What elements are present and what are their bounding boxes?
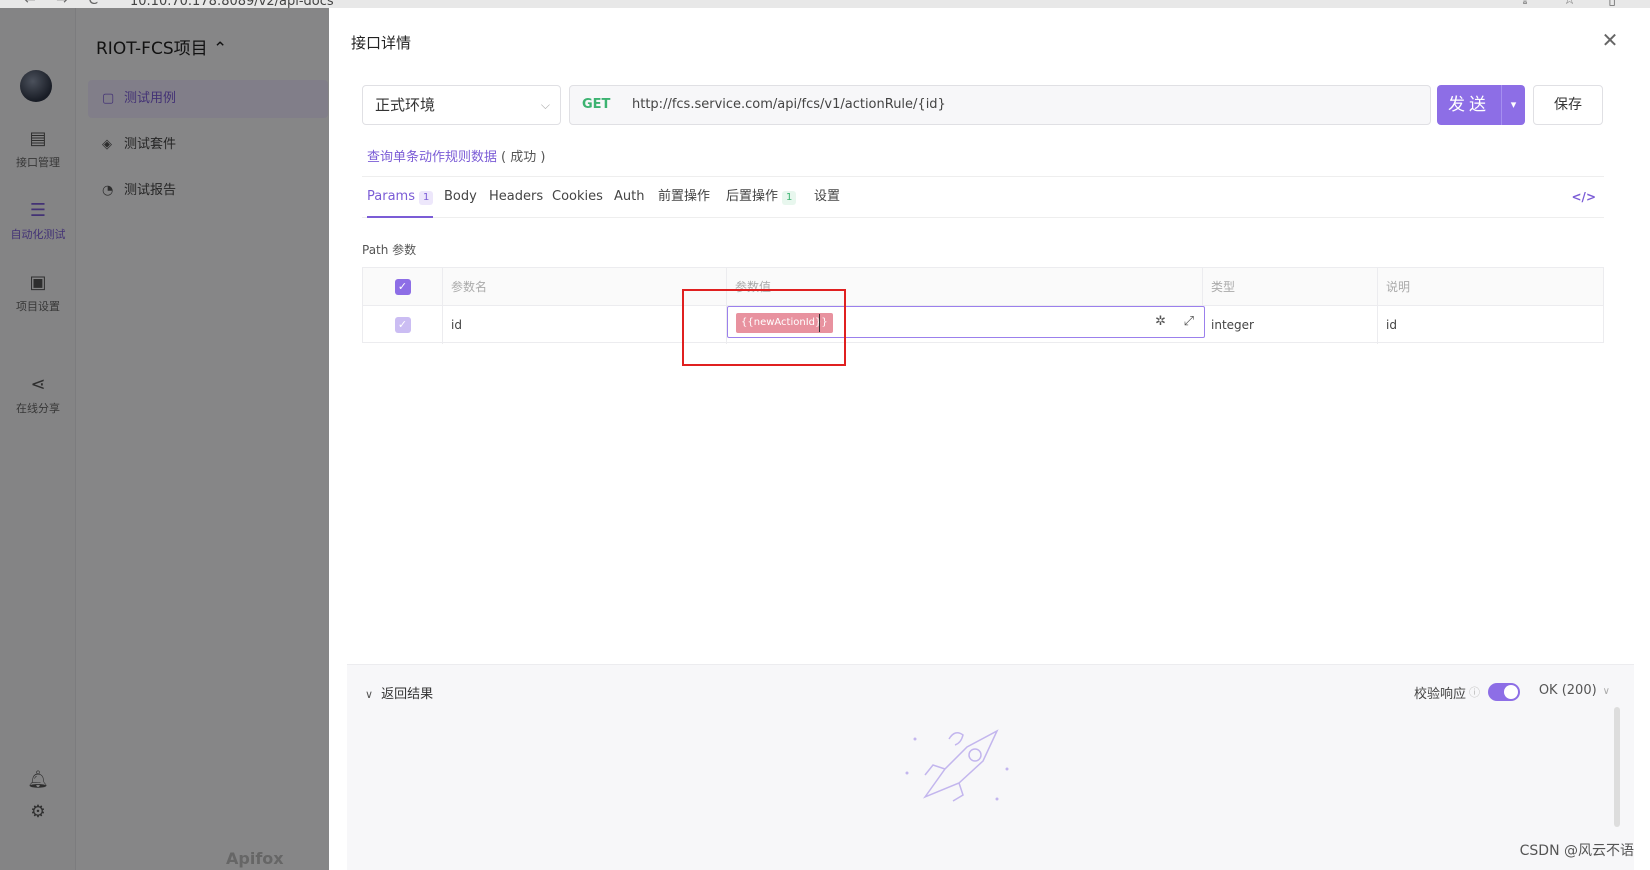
- path-params-table: ✓ 参数名 参数值 类型 说明 ✓ id integer id {{newAct…: [362, 267, 1604, 344]
- toggle-knob: [1504, 685, 1518, 699]
- tab-label: Body: [444, 189, 477, 204]
- response-status: OK (200): [1538, 683, 1597, 698]
- param-description[interactable]: id: [1378, 306, 1603, 344]
- browser-address-bar[interactable]: 10.10.70.178:8089/v2/api-docs: [130, 0, 334, 8]
- http-method[interactable]: GET: [582, 86, 610, 124]
- tab-label: Headers: [489, 189, 544, 204]
- expand-icon[interactable]: ⤢: [1184, 314, 1194, 329]
- send-label: 发送: [1448, 95, 1490, 115]
- verify-response-label: 校验响应: [1413, 687, 1466, 702]
- scrollbar[interactable]: [1614, 707, 1620, 827]
- tab-pre-processors[interactable]: 前置操作: [658, 177, 710, 218]
- response-status-select[interactable]: OK (200) ∨: [1539, 683, 1610, 698]
- row-checkbox[interactable]: ✓: [394, 317, 411, 333]
- browser-nav-icons[interactable]: ← → C: [24, 0, 106, 8]
- rocket-empty-illustration: [905, 729, 1009, 802]
- path-params-label: Path 参数: [362, 243, 417, 257]
- tab-body[interactable]: Body: [444, 177, 477, 218]
- tab-label: Auth: [614, 189, 645, 204]
- row-checkbox-cell: ✓: [363, 306, 443, 344]
- browser-toolbar: ← → C 10.10.70.178:8089/v2/api-docs ⇪ ☆ …: [0, 0, 1650, 8]
- drawer-title: 接口详情: [351, 34, 412, 52]
- column-header: 说明: [1386, 280, 1411, 294]
- response-toggle[interactable]: ∨ 返回结果: [365, 683, 433, 702]
- code-icon[interactable]: </>: [1572, 177, 1597, 217]
- chevron-down-icon: ∨: [1602, 686, 1610, 697]
- help-icon[interactable]: ⓘ: [1469, 684, 1480, 700]
- tab-label: 后置操作: [726, 189, 779, 204]
- tab-label: Cookies: [552, 189, 603, 204]
- annotation-highlight-box: [682, 289, 846, 366]
- chevron-down-icon[interactable]: ▾: [1501, 85, 1525, 125]
- chevron-down-icon: ∨: [365, 688, 374, 701]
- response-title: 返回结果: [381, 687, 434, 702]
- tab-settings[interactable]: 设置: [814, 177, 840, 218]
- request-tabs: Params 1 Body Headers Cookies Auth 前置操作 后…: [362, 176, 1604, 218]
- save-button[interactable]: 保存: [1533, 85, 1603, 125]
- magic-wand-icon[interactable]: ✲: [1155, 314, 1166, 329]
- param-type[interactable]: integer: [1203, 306, 1378, 344]
- tab-post-processors[interactable]: 后置操作 1: [726, 177, 797, 218]
- browser-tool-icons[interactable]: ⇪ ☆ ▯: [1519, 0, 1630, 8]
- tab-badge: 1: [782, 191, 797, 205]
- tab-badge: 1: [418, 191, 434, 205]
- environment-value: 正式环境: [375, 96, 436, 114]
- response-panel: ∨ 返回结果 校验响应 ⓘ OK (200) ∨: [347, 664, 1634, 870]
- tab-headers[interactable]: Headers: [489, 177, 543, 218]
- environment-select[interactable]: 正式环境 ⌵: [362, 85, 561, 125]
- request-url-input[interactable]: GET http://fcs.service.com/api/fcs/v1/ac…: [569, 85, 1431, 125]
- tab-label: 设置: [814, 189, 841, 204]
- select-all-checkbox[interactable]: ✓: [394, 279, 411, 295]
- table-header-row: ✓ 参数名 参数值 类型 说明: [363, 268, 1603, 306]
- api-detail-drawer: 接口详情 ✕ 正式环境 ⌵ GET http://fcs.service.com…: [329, 8, 1650, 870]
- send-button[interactable]: 发送 ▾: [1437, 85, 1525, 125]
- request-url[interactable]: http://fcs.service.com/api/fcs/v1/action…: [632, 86, 946, 124]
- close-icon[interactable]: ✕: [1600, 30, 1620, 50]
- tab-cookies[interactable]: Cookies: [552, 177, 603, 218]
- watermark: CSDN @风云不语: [1519, 843, 1634, 859]
- tab-params[interactable]: Params 1: [367, 177, 434, 218]
- verify-response-toggle[interactable]: [1488, 683, 1520, 701]
- test-case-link[interactable]: 查询单条动作规则数据: [367, 146, 497, 165]
- test-case-status: ( 成功 ): [501, 150, 546, 165]
- tab-label: Params: [367, 189, 415, 204]
- chevron-down-icon: ⌵: [540, 98, 550, 112]
- tab-label: 前置操作: [658, 189, 711, 204]
- column-header: 类型: [1203, 268, 1378, 305]
- select-all-cell: ✓: [363, 268, 443, 305]
- tab-auth[interactable]: Auth: [614, 177, 644, 218]
